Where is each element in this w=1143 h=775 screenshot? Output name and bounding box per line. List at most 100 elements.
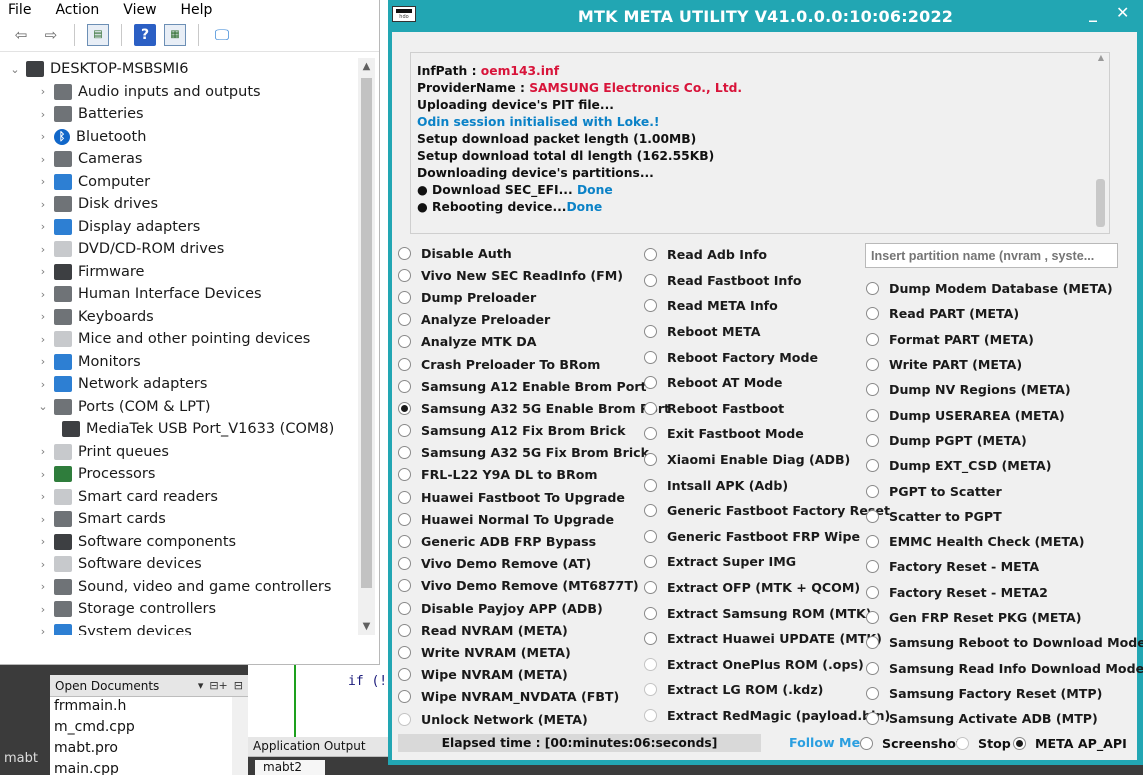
radio-button[interactable] (956, 737, 969, 750)
stop-option[interactable]: Stop (956, 736, 1011, 751)
chevron-right-icon[interactable]: › (36, 288, 50, 301)
close-button[interactable]: ✕ (1116, 3, 1129, 22)
radio-button[interactable] (398, 668, 411, 682)
tree-item-human-interface-devices[interactable]: › Human Interface Devices (8, 283, 358, 306)
option-reboot-fastboot[interactable]: Reboot Fastboot (644, 396, 890, 422)
radio-button[interactable] (866, 560, 879, 574)
tree-item-smart-cards[interactable]: › Smart cards (8, 508, 358, 531)
option-samsung-a12-enable-brom-port[interactable]: Samsung A12 Enable Brom Port (398, 375, 670, 397)
scroll-thumb[interactable] (361, 78, 372, 588)
option-write-part-meta[interactable]: Write PART (META) (866, 352, 1143, 377)
chevron-right-icon[interactable]: › (36, 355, 50, 368)
option-read-nvram-meta[interactable]: Read NVRAM (META) (398, 619, 670, 641)
device-tree-scrollbar[interactable]: ▲ ▼ (358, 58, 375, 635)
chevron-right-icon[interactable]: › (36, 85, 50, 98)
option-extract-samsung-rom-mtk[interactable]: Extract Samsung ROM (MTK) (644, 600, 890, 626)
tree-item-computer[interactable]: › Computer (8, 171, 358, 194)
option-disable-auth[interactable]: Disable Auth (398, 242, 670, 264)
radio-button[interactable] (866, 509, 879, 523)
option-crash-preloader-to-brom[interactable]: Crash Preloader To BRom (398, 353, 670, 375)
chevron-right-icon[interactable]: › (36, 310, 50, 323)
option-wipe-nvram-nvdata-fbt[interactable]: Wipe NVRAM_NVDATA (FBT) (398, 686, 670, 708)
radio-button[interactable] (398, 579, 411, 593)
radio-button[interactable] (644, 478, 657, 492)
tree-item-software-devices[interactable]: › Software devices (8, 553, 358, 576)
radio-button[interactable] (644, 708, 657, 722)
chevron-right-icon[interactable]: › (36, 378, 50, 391)
option-generic-fastboot-factory-reset[interactable]: Generic Fastboot Factory Reset (644, 498, 890, 524)
tree-item-cameras[interactable]: › Cameras (8, 148, 358, 171)
tree-item-mice-and-other-pointing-devices[interactable]: › Mice and other pointing devices (8, 328, 358, 351)
chevron-right-icon[interactable]: › (36, 603, 50, 616)
chevron-right-icon[interactable]: › (36, 130, 50, 143)
option-analyze-preloader[interactable]: Analyze Preloader (398, 309, 670, 331)
chevron-right-icon[interactable]: › (36, 535, 50, 548)
option-read-adb-info[interactable]: Read Adb Info (644, 242, 890, 268)
option-extract-oneplus-rom-ops[interactable]: Extract OnePlus ROM (.ops) (644, 652, 890, 678)
radio-button[interactable] (398, 512, 411, 526)
tree-item-keyboards[interactable]: › Keyboards (8, 306, 358, 329)
tree-item-audio-inputs-and-outputs[interactable]: › Audio inputs and outputs (8, 81, 358, 104)
option-huawei-normal-to-upgrade[interactable]: Huawei Normal To Upgrade (398, 508, 670, 530)
document-item[interactable]: main.cpp (50, 760, 248, 775)
document-item[interactable]: mabt.pro (50, 739, 248, 760)
option-dump-modem-database-meta[interactable]: Dump Modem Database (META) (866, 276, 1143, 301)
option-dump-nv-regions-meta[interactable]: Dump NV Regions (META) (866, 377, 1143, 402)
option-reboot-at-mode[interactable]: Reboot AT Mode (644, 370, 890, 396)
option-dump-ext-csd-meta[interactable]: Dump EXT_CSD (META) (866, 453, 1143, 478)
scroll-thumb[interactable] (1096, 179, 1105, 227)
option-generic-adb-frp-bypass[interactable]: Generic ADB FRP Bypass (398, 530, 670, 552)
radio-button[interactable] (398, 357, 411, 371)
chevron-right-icon[interactable]: › (36, 333, 50, 346)
scroll-down-icon[interactable]: ▼ (358, 618, 375, 635)
tree-item-smart-card-readers[interactable]: › Smart card readers (8, 486, 358, 509)
radio-button[interactable] (866, 307, 879, 321)
tree-item-batteries[interactable]: › Batteries (8, 103, 358, 126)
radio-button[interactable] (398, 690, 411, 704)
radio-button[interactable] (866, 712, 879, 726)
chevron-right-icon[interactable]: › (36, 580, 50, 593)
project-label[interactable]: mabt (0, 745, 50, 775)
radio-button[interactable] (644, 401, 657, 415)
radio-button[interactable] (398, 712, 411, 726)
partition-name-input[interactable] (865, 243, 1118, 268)
option-factory-reset-meta2[interactable]: Factory Reset - META2 (866, 580, 1143, 605)
tree-item-sound-video-and-game-controllers[interactable]: › Sound, video and game controllers (8, 576, 358, 599)
option-dump-pgpt-meta[interactable]: Dump PGPT (META) (866, 428, 1143, 453)
chevron-right-icon[interactable]: › (36, 265, 50, 278)
tree-item-bluetooth[interactable]: › ᛒ Bluetooth (8, 126, 358, 149)
chevron-down-icon[interactable]: ⌄ (36, 400, 50, 413)
radio-button[interactable] (644, 453, 657, 467)
split-icon[interactable]: ⊟+ (209, 679, 227, 692)
forward-arrow-icon[interactable]: ⇨ (40, 24, 62, 46)
tree-item-software-components[interactable]: › Software components (8, 531, 358, 554)
option-format-part-meta[interactable]: Format PART (META) (866, 327, 1143, 352)
tree-item-firmware[interactable]: › Firmware (8, 261, 358, 284)
output-tab[interactable]: mabt2✕ (255, 760, 325, 775)
option-intsall-apk-adb[interactable]: Intsall APK (Adb) (644, 472, 890, 498)
radio-button[interactable] (644, 248, 657, 262)
option-gen-frp-reset-pkg-meta[interactable]: Gen FRP Reset PKG (META) (866, 605, 1143, 630)
radio-button[interactable] (644, 581, 657, 595)
chevron-right-icon[interactable]: › (36, 175, 50, 188)
radio-button[interactable] (866, 282, 879, 296)
properties-icon[interactable]: ▤ (87, 23, 109, 46)
tree-item-display-adapters[interactable]: › Display adapters (8, 216, 358, 239)
option-samsung-a12-fix-brom-brick[interactable]: Samsung A12 Fix Brom Brick (398, 420, 670, 442)
radio-button[interactable] (644, 606, 657, 620)
radio-button[interactable] (866, 661, 879, 675)
tree-item-monitors[interactable]: › Monitors (8, 351, 358, 374)
radio-button[interactable] (644, 555, 657, 569)
radio-button[interactable] (644, 325, 657, 339)
option-scatter-to-pgpt[interactable]: Scatter to PGPT (866, 504, 1143, 529)
tree-item-processors[interactable]: › Processors (8, 463, 358, 486)
radio-button[interactable] (398, 645, 411, 659)
close-panel-icon[interactable]: ⊟ (234, 679, 243, 692)
minimize-button[interactable]: _ (1089, 3, 1097, 22)
option-vivo-demo-remove-at[interactable]: Vivo Demo Remove (AT) (398, 553, 670, 575)
radio-button[interactable] (398, 401, 411, 415)
ide-code-editor[interactable]: if (! (248, 662, 390, 737)
radio-button[interactable] (866, 459, 879, 473)
chevron-right-icon[interactable]: › (36, 625, 50, 635)
radio-button[interactable] (866, 332, 879, 346)
